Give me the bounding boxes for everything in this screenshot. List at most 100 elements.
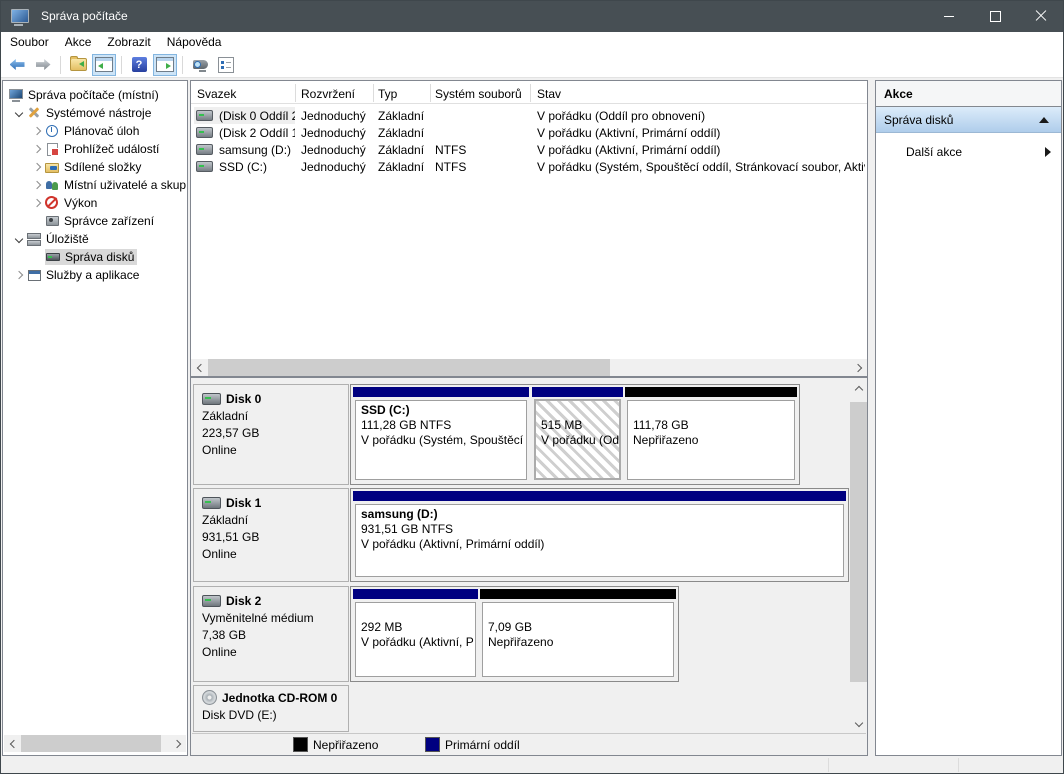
local-users-icon [45, 178, 59, 192]
menu-soubor[interactable]: Soubor [2, 32, 57, 52]
forward-button[interactable] [31, 54, 55, 76]
disk-icon [202, 595, 221, 607]
back-button[interactable] [5, 54, 29, 76]
console-tree-icon [95, 57, 113, 72]
tree-item-performance[interactable]: Výkon [3, 194, 186, 212]
unallocated-band [625, 387, 797, 397]
expand-toggle[interactable] [11, 110, 27, 116]
disk2-label[interactable]: Disk 2 Vyměnitelné médium 7,38 GB Online [193, 586, 349, 682]
tree-item-label: Správa počítače (místní) [28, 88, 159, 102]
tree-item-disk-management[interactable]: Správa disků [3, 248, 186, 266]
tree-item-system-tools[interactable]: Systémové nástroje [3, 104, 186, 122]
tree-item-task-scheduler[interactable]: Plánovač úloh [3, 122, 186, 140]
partition-removable[interactable]: 292 MB V pořádku (Aktivní, P [353, 589, 478, 679]
disk-name: Disk 2 [226, 594, 261, 608]
partition-recovery[interactable]: 515 MB V pořádku (Od [532, 387, 623, 482]
volume-row[interactable]: samsung (D:) [196, 141, 295, 158]
partition-ssd-c[interactable]: SSD (C:) 111,28 GB NTFS V pořádku (Systé… [353, 387, 529, 482]
scroll-left-button[interactable] [191, 359, 208, 376]
disk-kind: Základní [202, 407, 348, 424]
tree-horizontal-scrollbar[interactable] [4, 735, 186, 752]
tree-item-device-manager[interactable]: Správce zařízení [3, 212, 186, 230]
expand-toggle[interactable] [29, 164, 45, 170]
volume-fs [435, 124, 527, 141]
column-rozvrzeni[interactable]: Rozvržení [301, 84, 355, 103]
folder-icon [70, 58, 87, 71]
help-button[interactable] [127, 54, 151, 76]
column-system-souboru[interactable]: Systém souborů [435, 84, 522, 103]
chevron-right-icon [33, 163, 41, 171]
expand-toggle[interactable] [11, 272, 27, 278]
expand-toggle[interactable] [29, 182, 45, 188]
cd-icon [202, 690, 217, 705]
volume-name: (Disk 0 Oddíl 2) [219, 109, 295, 123]
up-folder-button[interactable] [66, 54, 90, 76]
scroll-down-button[interactable] [850, 715, 867, 732]
more-actions-item[interactable]: Další akce [876, 140, 1061, 164]
window-title: Správa počítače [41, 9, 128, 23]
tree-item-local-users[interactable]: Místní uživatelé a skupiny [3, 176, 186, 194]
list-horizontal-scrollbar[interactable] [191, 359, 867, 376]
actions-group-disk-management[interactable]: Správa disků [876, 107, 1061, 133]
volume-layout: Jednoduchý [301, 141, 373, 158]
partition-samsung-d[interactable]: samsung (D:) 931,51 GB NTFS V pořádku (A… [353, 491, 846, 579]
graph-vertical-scrollbar[interactable] [850, 380, 867, 732]
legend-primary-partition: Primární oddíl [425, 734, 520, 755]
partition-unallocated[interactable]: 111,78 GB Nepřiřazeno [625, 387, 797, 482]
tree-item-services-apps[interactable]: Služby a aplikace [3, 266, 186, 284]
maximize-button[interactable] [972, 0, 1018, 32]
scroll-right-button[interactable] [169, 735, 186, 752]
scroll-left-button[interactable] [4, 735, 21, 752]
forward-icon [36, 59, 51, 70]
export-list-button[interactable] [214, 54, 238, 76]
column-typ[interactable]: Typ [378, 84, 397, 103]
actions-header: Akce [876, 81, 1061, 107]
tree-item-event-viewer[interactable]: Prohlížeč událostí [3, 140, 186, 158]
maximize-icon [990, 11, 1001, 22]
volume-type: Základní [378, 107, 430, 124]
volume-type: Základní [378, 124, 430, 141]
volume-row[interactable]: SSD (C:) [196, 158, 295, 175]
volume-row[interactable]: (Disk 2 Oddíl 1) [196, 124, 295, 141]
volume-icon [196, 110, 213, 121]
menu-zobrazit[interactable]: Zobrazit [99, 32, 158, 52]
unallocated-band [480, 589, 676, 599]
disk-status: Online [202, 441, 348, 458]
minimize-button[interactable] [926, 0, 972, 32]
disk2-strip: 292 MB V pořádku (Aktivní, P 7,09 GB Nep… [350, 586, 679, 682]
partition-size: 111,28 GB NTFS [361, 418, 521, 433]
scroll-up-button[interactable] [850, 380, 867, 397]
partition-unallocated[interactable]: 7,09 GB Nepřiřazeno [480, 589, 676, 679]
toolbar [0, 52, 1064, 78]
expand-toggle[interactable] [29, 146, 45, 152]
console-window-button[interactable] [188, 54, 212, 76]
volume-name: SSD (C:) [219, 160, 267, 174]
scroll-right-button[interactable] [850, 359, 867, 376]
chevron-right-icon [33, 145, 41, 153]
cdrom-label[interactable]: Jednotka CD-ROM 0 Disk DVD (E:) [193, 685, 349, 732]
toolbar-separator [182, 56, 183, 74]
scrollbar-thumb[interactable] [21, 735, 161, 752]
show-console-tree-button[interactable] [92, 54, 116, 76]
console-icon [193, 60, 208, 69]
tree-item-shared-folders[interactable]: Sdílené složky [3, 158, 186, 176]
close-button[interactable] [1018, 0, 1064, 32]
volume-type: Základní [378, 141, 430, 158]
expand-toggle[interactable] [29, 128, 45, 134]
volume-row[interactable]: (Disk 0 Oddíl 2) [196, 107, 295, 124]
column-svazek[interactable]: Svazek [197, 84, 236, 103]
menu-napoveda[interactable]: Nápověda [159, 32, 230, 52]
menu-akce[interactable]: Akce [57, 32, 100, 52]
show-action-pane-button[interactable] [153, 54, 177, 76]
scrollbar-thumb[interactable] [208, 359, 610, 376]
expand-toggle[interactable] [29, 200, 45, 206]
event-viewer-icon [45, 142, 59, 156]
expand-toggle[interactable] [11, 236, 27, 242]
tree-item-storage[interactable]: Úložiště [3, 230, 186, 248]
column-stav[interactable]: Stav [537, 84, 561, 103]
tree-item-computer-management[interactable]: Správa počítače (místní) [3, 86, 186, 104]
disk1-label[interactable]: Disk 1 Základní 931,51 GB Online [193, 488, 349, 582]
scrollbar-thumb[interactable] [850, 402, 867, 682]
collapse-icon[interactable] [1039, 117, 1049, 123]
disk0-label[interactable]: Disk 0 Základní 223,57 GB Online [193, 384, 349, 485]
